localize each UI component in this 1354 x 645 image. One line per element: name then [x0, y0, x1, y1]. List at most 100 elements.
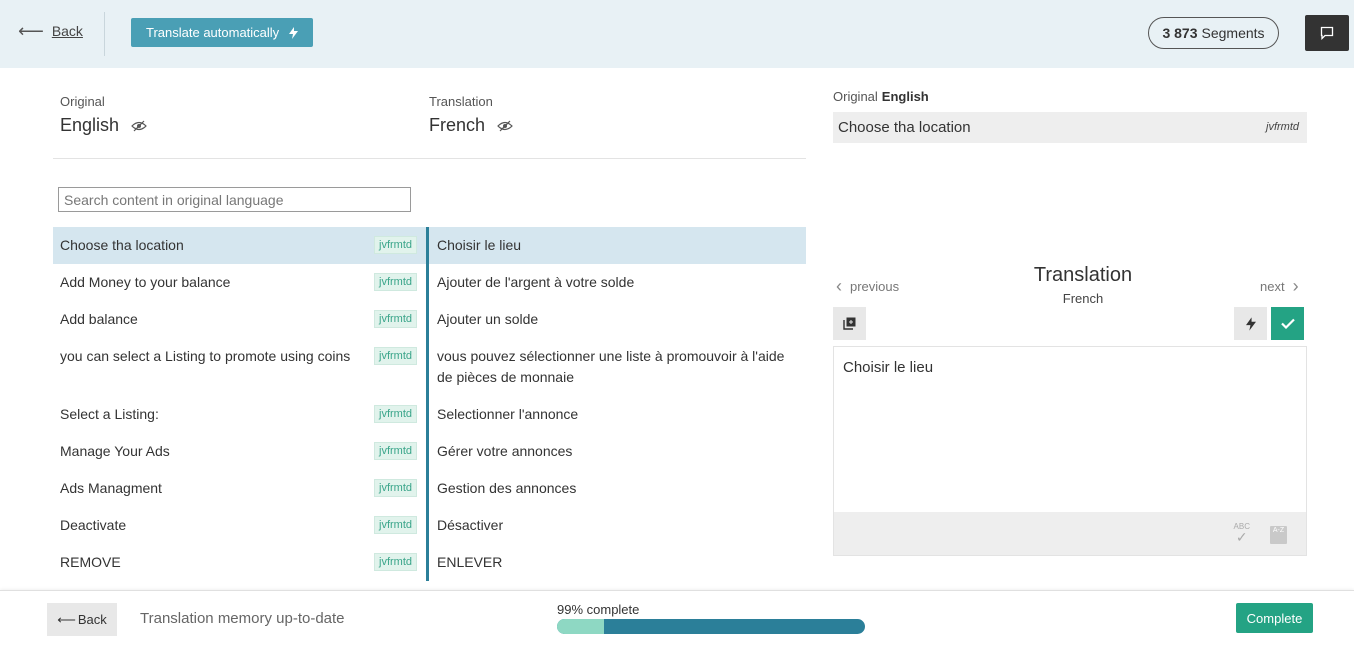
previous-segment-button[interactable]: ‹ previous	[836, 276, 899, 297]
segment-source-text: Choose tha location	[60, 237, 184, 253]
detail-original-language: English	[881, 89, 929, 104]
arrow-left-icon: ⟵	[57, 611, 76, 627]
segment-source: Deactivate jvfrmtd	[53, 507, 426, 544]
segment-target: Gestion des annonces	[426, 470, 806, 507]
header-divider	[104, 12, 105, 56]
detail-original-text-box: Choose tha location jvfrmtd	[833, 112, 1307, 143]
segment-tag: jvfrmtd	[374, 516, 417, 534]
eye-slash-icon[interactable]	[497, 120, 513, 132]
segment-source-text: Add Money to your balance	[60, 274, 231, 290]
footer-back-button[interactable]: ⟵ Back	[47, 603, 117, 636]
segment-target: vous pouvez sélectionner une liste à pro…	[426, 338, 806, 396]
segment-source-text: REMOVE	[60, 554, 121, 570]
segments-count: 3 873	[1162, 25, 1198, 41]
translate-automatically-button[interactable]: Translate automatically	[131, 18, 314, 47]
segment-target: Ajouter de l'argent à votre solde	[426, 264, 806, 301]
segment-source: Manage Your Ads jvfrmtd	[53, 433, 426, 470]
segment-source-text: Select a Listing:	[60, 406, 159, 422]
segment-row[interactable]: Ads Managment jvfrmtd Gestion des annonces	[53, 470, 806, 507]
original-caption: Original	[60, 94, 105, 109]
segment-source: you can select a Listing to promote usin…	[53, 338, 426, 396]
glossary-icon[interactable]: A-Z	[1270, 526, 1287, 544]
lightning-icon	[1245, 316, 1256, 331]
detail-subtitle: French	[1062, 291, 1104, 306]
detail-title-block: Translation French	[983, 264, 1183, 306]
back-link-label: Back	[51, 23, 83, 39]
segment-source: Select a Listing: jvfrmtd	[53, 396, 426, 433]
chevron-left-icon: ‹	[836, 276, 842, 296]
segment-tag: jvfrmtd	[374, 479, 417, 497]
search-input[interactable]	[58, 187, 411, 212]
segment-target: Choisir le lieu	[426, 227, 806, 264]
progress-bar	[557, 619, 865, 634]
progress-bar-segment	[557, 619, 604, 634]
translation-language-header: Translation French	[429, 94, 513, 136]
back-link[interactable]: ⟵ Back	[18, 22, 83, 40]
segment-row[interactable]: Manage Your Ads jvfrmtd Gérer votre annonc…	[53, 433, 806, 470]
editor-toolbar: ABC ✓ A-Z	[833, 512, 1307, 556]
segment-tag: jvfrmtd	[374, 442, 417, 460]
segment-source: REMOVE jvfrmtd	[53, 544, 426, 581]
arrow-left-icon: ⟵	[18, 21, 44, 41]
segment-target: Selectionner l'annonce	[426, 396, 806, 433]
segment-source-text: Deactivate	[60, 517, 127, 533]
segment-tag: jvfrmtd	[374, 310, 417, 328]
confirm-translation-button[interactable]	[1271, 307, 1304, 340]
segment-tag: jvfrmtd	[374, 405, 417, 423]
machine-translate-button[interactable]	[1234, 307, 1267, 340]
segment-target: Ajouter un solde	[426, 301, 806, 338]
translation-editor[interactable]: Choisir le lieu	[833, 346, 1307, 513]
header-rule	[53, 158, 806, 159]
translation-editor-text: Choisir le lieu	[843, 359, 934, 376]
original-language-name: English	[60, 115, 120, 135]
segment-tag: jvfrmtd	[374, 347, 417, 365]
footer-back-label: Back	[77, 612, 107, 627]
copy-source-button[interactable]	[833, 307, 866, 340]
segment-row[interactable]: Add Money to your balance jvfrmtd Ajouter …	[53, 264, 806, 301]
segment-source-text: Ads Managment	[60, 480, 162, 496]
segment-row[interactable]: REMOVE jvfrmtd ENLEVER	[53, 544, 806, 581]
spellcheck-icon[interactable]: ABC ✓	[1234, 522, 1250, 544]
memory-status: Translation memory up-to-date	[140, 610, 345, 627]
copy-icon	[843, 317, 856, 330]
segment-tag: jvfrmtd	[374, 553, 417, 571]
glossary-icon-text: A-Z	[1272, 527, 1285, 534]
segment-source: Choose tha location jvfrmtd	[53, 227, 426, 264]
detail-original-caption: Original English	[833, 89, 929, 104]
progress-label: 99% complete	[557, 602, 640, 617]
detail-original-tag: jvfrmtd	[1266, 121, 1299, 133]
segment-tag: jvfrmtd	[374, 273, 417, 291]
segment-source-text: Manage Your Ads	[60, 443, 170, 459]
translate-automatically-label: Translate automatically	[146, 25, 280, 40]
lightning-icon	[289, 26, 299, 39]
segment-tag: jvfrmtd	[374, 236, 417, 254]
translation-language-name: French	[429, 115, 486, 135]
segment-target: ENLEVER	[426, 544, 806, 581]
previous-label: previous	[850, 279, 900, 294]
comment-button[interactable]	[1305, 15, 1349, 51]
comment-icon	[1320, 26, 1334, 40]
bottom-bar: ⟵ Back Translation memory up-to-date 99%…	[0, 590, 1354, 645]
segment-source-text: you can select a Listing to promote usin…	[60, 348, 351, 364]
detail-original-label: Original	[833, 89, 878, 104]
eye-slash-icon[interactable]	[131, 120, 147, 132]
detail-original-text: Choose tha location	[838, 119, 971, 136]
segment-row[interactable]: Select a Listing: jvfrmtd Selectionner l'a…	[53, 396, 806, 433]
segment-source: Add balance jvfrmtd	[53, 301, 426, 338]
top-bar: ⟵ Back Translate automatically 3 873 Seg…	[0, 0, 1354, 68]
next-label: next	[1260, 279, 1285, 294]
segment-row[interactable]: Add balance jvfrmtd Ajouter un solde	[53, 301, 806, 338]
complete-button[interactable]: Complete	[1236, 603, 1313, 633]
segments-count-badge[interactable]: 3 873 Segments	[1148, 17, 1279, 49]
translation-caption: Translation	[429, 94, 493, 109]
segment-row[interactable]: Choose tha location jvfrmtd Choisir le lie…	[53, 227, 806, 264]
segment-list: Choose tha location jvfrmtd Choisir le lie…	[53, 227, 806, 589]
check-icon	[1280, 318, 1295, 329]
segment-row[interactable]: you can select a Listing to promote usin…	[53, 338, 806, 396]
segment-row[interactable]: Deactivate jvfrmtd Désactiver	[53, 507, 806, 544]
segment-source: Add Money to your balance jvfrmtd	[53, 264, 426, 301]
detail-title: Translation	[1033, 264, 1133, 286]
chevron-right-icon: ›	[1292, 276, 1299, 296]
segment-source: Ads Managment jvfrmtd	[53, 470, 426, 507]
next-segment-button[interactable]: next ›	[1260, 276, 1299, 297]
